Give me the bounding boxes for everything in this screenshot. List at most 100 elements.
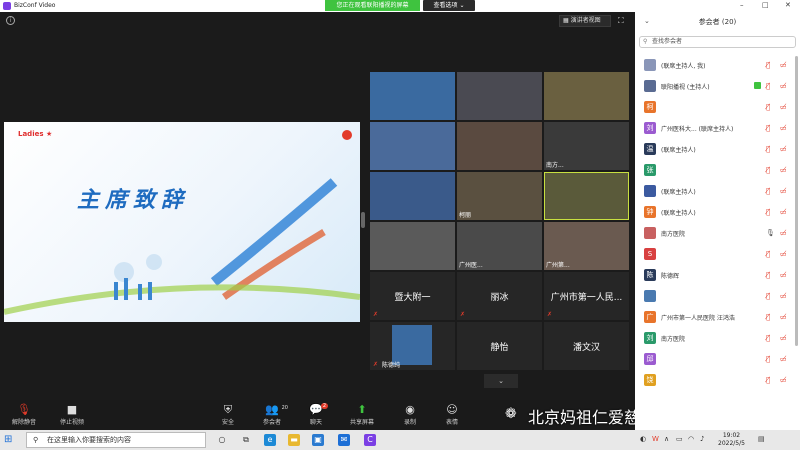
- participant-list-scrollbar[interactable]: [795, 56, 798, 346]
- file-explorer-icon[interactable]: ▬: [288, 434, 300, 446]
- muted-mic-icon[interactable]: 🎙̸: [766, 103, 770, 111]
- mic-icon[interactable]: 🎙: [766, 229, 775, 237]
- network-icon[interactable]: ▭: [676, 435, 683, 443]
- muted-mic-icon[interactable]: 🎙̸: [766, 82, 770, 90]
- taskbar-clock[interactable]: 19:02 2022/5/5: [718, 432, 745, 448]
- taskbar-search-input[interactable]: ⚲ 在这里输入你要搜索的内容: [26, 432, 206, 448]
- bizconf-taskbar-icon[interactable]: C: [364, 434, 376, 446]
- name-only-tile[interactable]: 丽冰 ✗: [457, 272, 542, 320]
- participant-row[interactable]: 广广州市第一人民医院 汪鸿浩 🎙̸ ▭̸: [635, 307, 800, 328]
- mail-icon[interactable]: ✉: [338, 434, 350, 446]
- video-off-icon[interactable]: ▭̸: [780, 166, 787, 174]
- store-icon[interactable]: ▣: [312, 434, 324, 446]
- video-tile-active-speaker[interactable]: [544, 172, 629, 220]
- video-off-icon[interactable]: ▭̸: [780, 334, 787, 342]
- task-switch-icon[interactable]: ⧉: [240, 434, 252, 446]
- participant-row[interactable]: S 🎙̸ ▭̸: [635, 244, 800, 265]
- participant-row[interactable]: (联席主持人) 🎙̸ ▭̸: [635, 181, 800, 202]
- video-off-icon[interactable]: ▭̸: [780, 376, 787, 384]
- video-tile[interactable]: [457, 72, 542, 120]
- tray-icon[interactable]: ◐: [640, 435, 646, 443]
- participant-row[interactable]: 邱 🎙̸ ▭̸: [635, 349, 800, 370]
- unmute-button[interactable]: 🎙 解除静音: [4, 403, 44, 426]
- participant-row[interactable]: 陈陈德辉 🎙̸ ▭̸: [635, 265, 800, 286]
- muted-mic-icon[interactable]: 🎙̸: [766, 355, 770, 363]
- name-only-tile[interactable]: 广州市第一人民... ✗: [544, 272, 629, 320]
- wifi-icon[interactable]: ◠: [688, 435, 694, 443]
- muted-mic-icon[interactable]: 🎙̸: [766, 187, 770, 195]
- participant-row[interactable]: 🎙̸ ▭̸: [635, 286, 800, 307]
- notification-icon[interactable]: ▤: [758, 435, 765, 443]
- muted-mic-icon[interactable]: 🎙̸: [766, 376, 770, 384]
- participant-row[interactable]: 钟 (联席主持人) 🎙̸ ▭̸: [635, 202, 800, 223]
- participant-row[interactable]: (联席主持人, 我) 🎙̸ ▭̸: [635, 55, 800, 76]
- participant-row[interactable]: 柯 🎙̸ ▭̸: [635, 97, 800, 118]
- video-tile[interactable]: [457, 122, 542, 170]
- video-off-icon[interactable]: ▭̸: [780, 145, 787, 153]
- chat-button[interactable]: 💬 2 聊天: [296, 403, 336, 426]
- tray-overflow-icon[interactable]: ∧: [664, 435, 669, 443]
- task-view-icon[interactable]: ○: [216, 434, 228, 446]
- edge-browser-icon[interactable]: e: [264, 434, 276, 446]
- video-off-icon[interactable]: ▭̸: [780, 229, 787, 237]
- panel-splitter[interactable]: [361, 212, 365, 228]
- security-button[interactable]: ⛨ 安全: [208, 403, 248, 426]
- video-tile[interactable]: 柯丽: [457, 172, 542, 220]
- info-icon[interactable]: i: [6, 16, 15, 25]
- video-tile[interactable]: [370, 172, 455, 220]
- video-tile[interactable]: [544, 72, 629, 120]
- video-tile[interactable]: [370, 222, 455, 270]
- participant-row[interactable]: 刘南方医院 🎙̸ ▭̸: [635, 328, 800, 349]
- muted-mic-icon[interactable]: 🎙̸: [766, 145, 770, 153]
- video-tile[interactable]: 广州医...: [457, 222, 542, 270]
- muted-mic-icon[interactable]: 🎙̸: [766, 313, 770, 321]
- video-off-icon[interactable]: ▭̸: [780, 250, 787, 258]
- name-only-tile[interactable]: 陈德纯 ✗: [370, 322, 455, 370]
- name-only-tile[interactable]: 暨大附一 ✗: [370, 272, 455, 320]
- video-tile[interactable]: 广州第...: [544, 222, 629, 270]
- video-off-icon[interactable]: ▭̸: [780, 103, 787, 111]
- muted-mic-icon[interactable]: 🎙̸: [766, 61, 770, 69]
- gallery-next-page-button[interactable]: ⌄: [484, 374, 518, 388]
- stop-video-button[interactable]: ■ 停止视频: [52, 403, 92, 426]
- video-tile[interactable]: [370, 72, 455, 120]
- video-off-icon[interactable]: ▭̸: [780, 355, 787, 363]
- participant-row[interactable]: 刘广州医科大... (联席主持人) 🎙̸ ▭̸: [635, 118, 800, 139]
- muted-mic-icon[interactable]: 🎙̸: [766, 292, 770, 300]
- participant-row[interactable]: 饶 🎙̸ ▭̸: [635, 370, 800, 391]
- muted-mic-icon[interactable]: 🎙̸: [766, 166, 770, 174]
- reactions-button[interactable]: ☺ 表情: [432, 403, 472, 426]
- muted-mic-icon[interactable]: 🎙̸: [766, 208, 770, 216]
- participants-button[interactable]: 👥 20 参会者: [252, 403, 292, 426]
- fullscreen-icon[interactable]: ⛶: [618, 16, 627, 25]
- windows-start-icon[interactable]: ⊞: [4, 434, 12, 446]
- name-only-tile[interactable]: 潘文汉: [544, 322, 629, 370]
- participant-row[interactable]: 温 (联席主持人) 🎙̸ ▭̸: [635, 139, 800, 160]
- video-tile[interactable]: [370, 122, 455, 170]
- participant-row[interactable]: 联阳播视 (主持人) 🎙̸ ▭̸: [635, 76, 800, 97]
- video-tile[interactable]: 南方...: [544, 122, 629, 170]
- video-off-icon[interactable]: ▭̸: [780, 271, 787, 279]
- muted-mic-icon[interactable]: 🎙̸: [766, 271, 770, 279]
- muted-mic-icon[interactable]: 🎙̸: [766, 334, 770, 342]
- name-only-tile[interactable]: 静怡: [457, 322, 542, 370]
- share-screen-button[interactable]: ⬆ 共享屏幕: [342, 403, 382, 426]
- video-off-icon[interactable]: ▭̸: [780, 187, 787, 195]
- video-off-icon[interactable]: ▭̸: [780, 292, 787, 300]
- muted-mic-icon[interactable]: 🎙̸: [766, 124, 770, 132]
- video-off-icon[interactable]: ▭̸: [780, 124, 787, 132]
- speaker-view-button[interactable]: ▦ 演讲者视图: [559, 15, 611, 27]
- close-button[interactable]: ✕: [785, 1, 791, 9]
- participant-row[interactable]: 南方医院 🎙 ▭̸: [635, 223, 800, 244]
- participant-search-input[interactable]: ⚲ 查找参会者: [639, 36, 796, 48]
- video-off-icon[interactable]: ▭̸: [780, 313, 787, 321]
- video-off-icon[interactable]: ▭̸: [780, 82, 787, 90]
- view-options-button[interactable]: 查看选项 ⌄: [423, 0, 475, 11]
- volume-icon[interactable]: ♪: [700, 435, 704, 443]
- minimize-button[interactable]: –: [740, 1, 744, 9]
- video-off-icon[interactable]: ▭̸: [780, 208, 787, 216]
- record-button[interactable]: ◉ 录制: [390, 403, 430, 426]
- video-off-icon[interactable]: ▭̸: [780, 61, 787, 69]
- maximize-button[interactable]: □: [762, 1, 769, 9]
- wps-tray-icon[interactable]: W: [652, 435, 659, 443]
